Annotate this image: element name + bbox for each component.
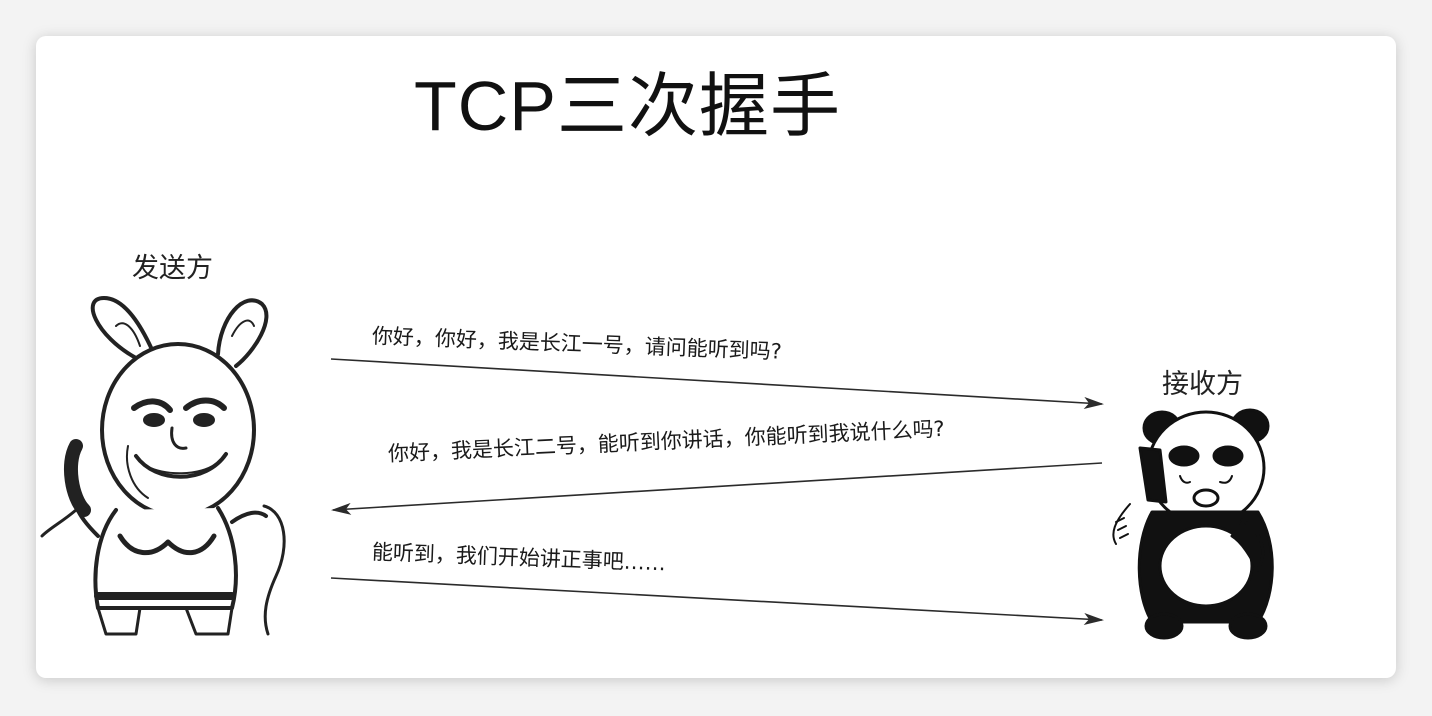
arrow-ack <box>330 577 1104 626</box>
receiver-label: 接收方 <box>1162 369 1243 400</box>
sender-label: 发送方 <box>132 253 213 284</box>
receiver-character-icon <box>1112 408 1274 640</box>
sender-character-icon <box>40 296 286 636</box>
arrow-syn <box>330 358 1104 409</box>
diagram-card: TCP三次握手 发送方 接收方 你好，你好，我是长江一号，请问能听到吗? 你好，… <box>36 36 1396 678</box>
diagram-title: TCP三次握手 <box>414 67 841 145</box>
arrow-syn-ack <box>331 462 1103 515</box>
